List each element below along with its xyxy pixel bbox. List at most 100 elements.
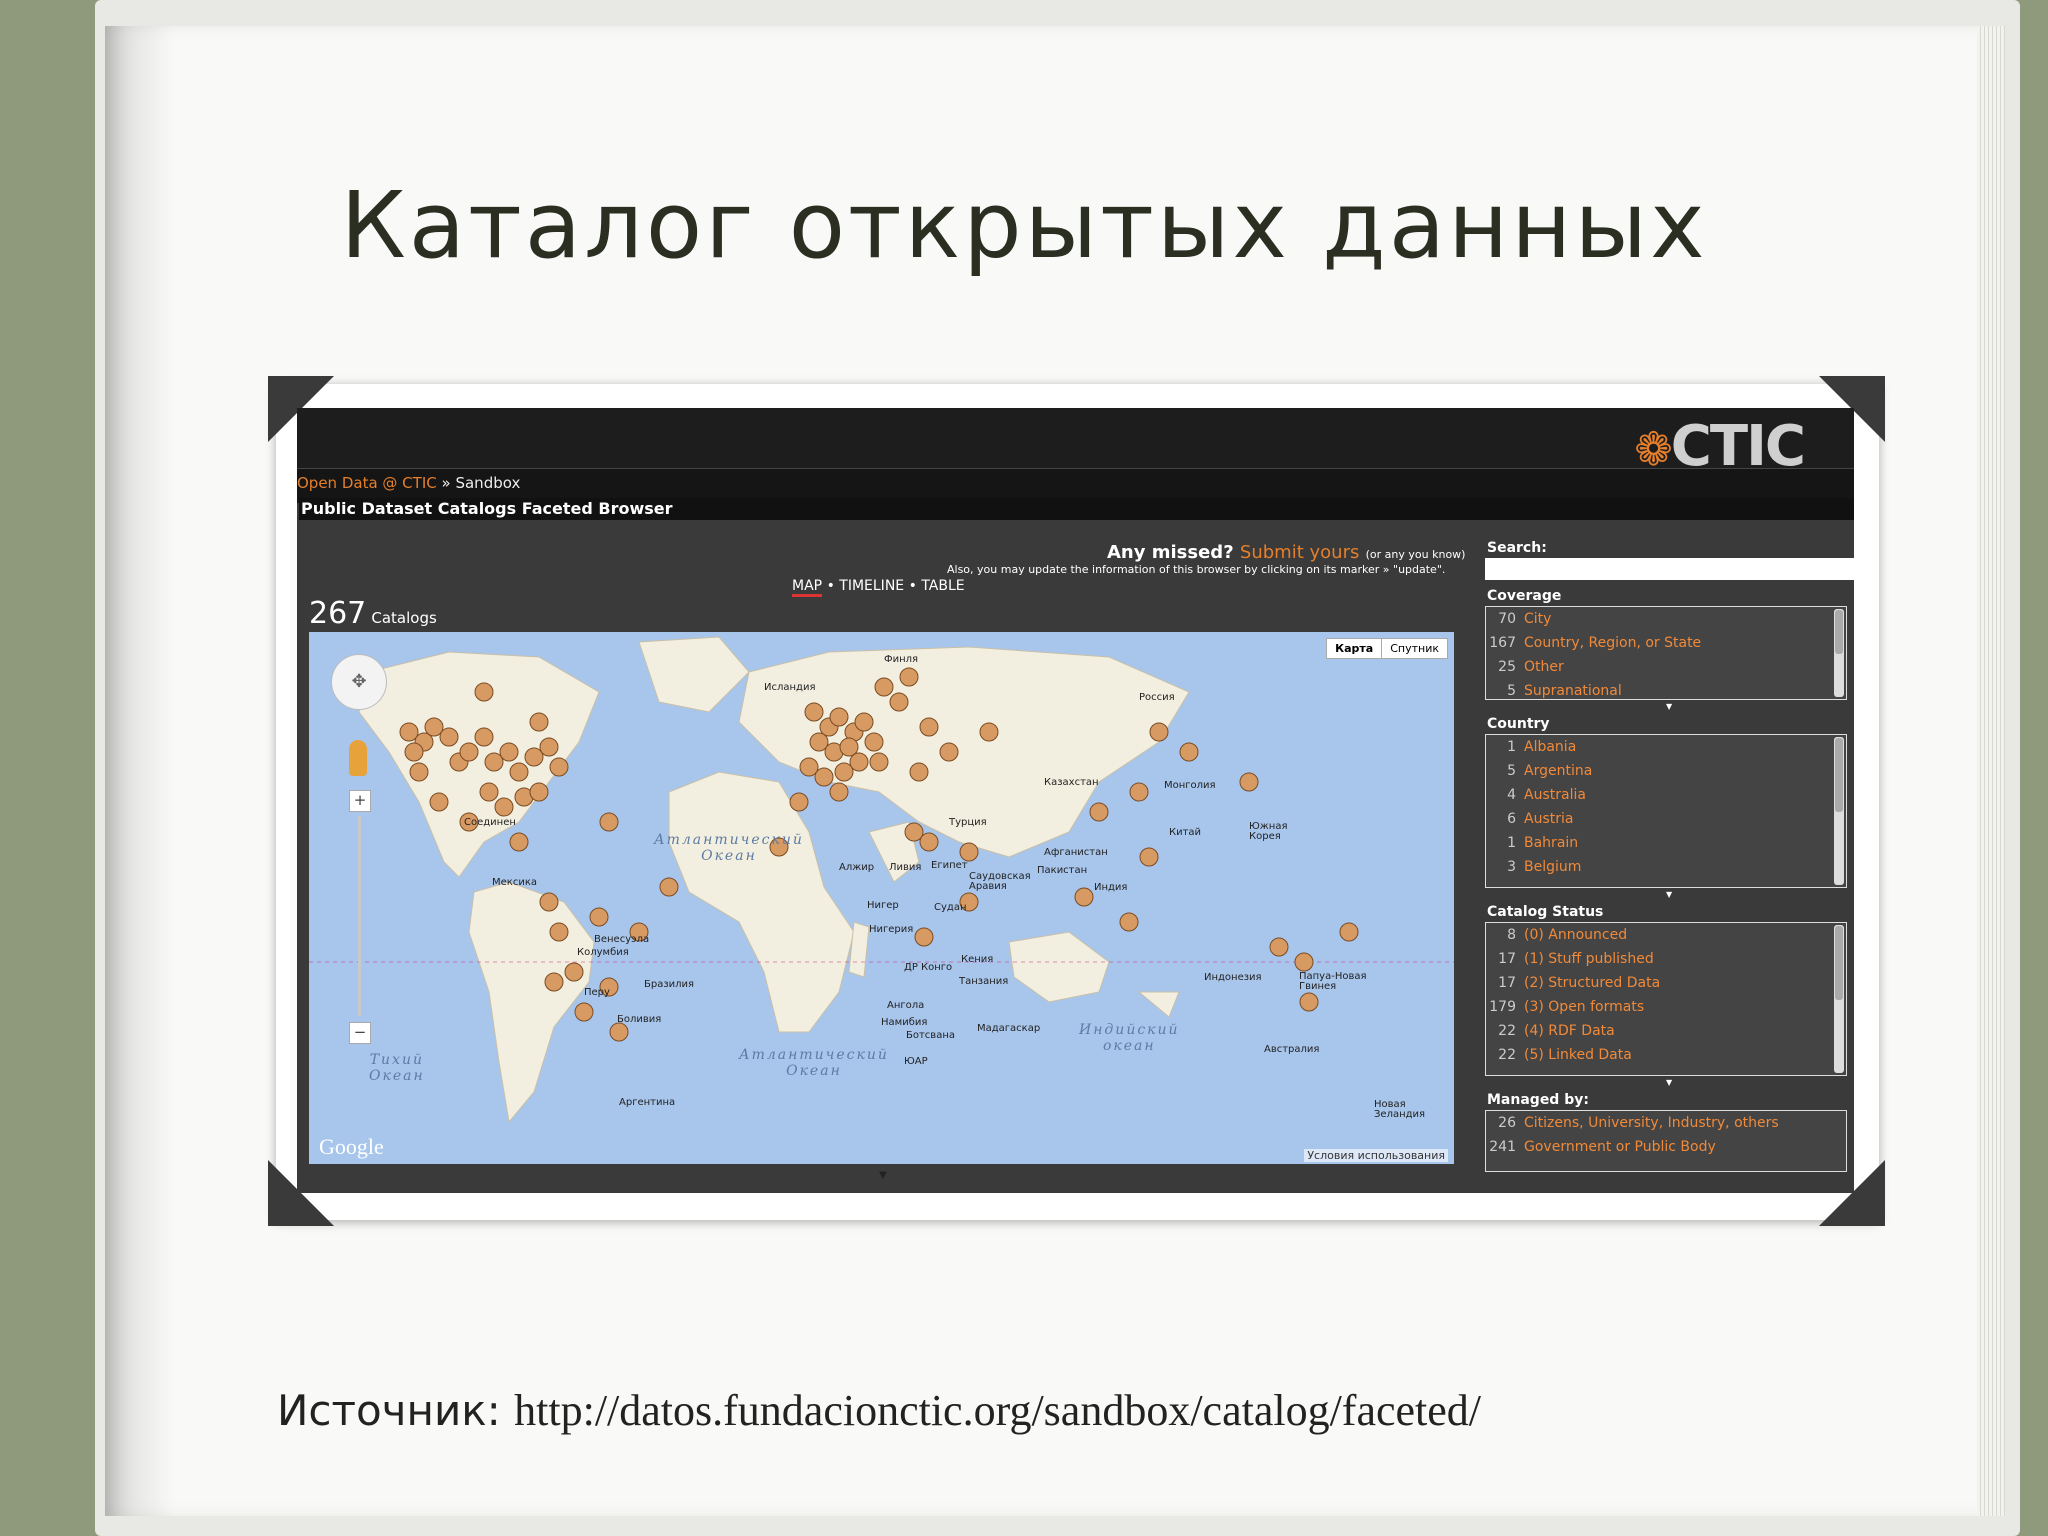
place-label: Колумбия: [577, 947, 629, 958]
terms-link[interactable]: Условия использования: [1304, 1149, 1448, 1162]
facet-item[interactable]: 1 Albania: [1486, 735, 1846, 759]
breadcrumb-current: Sandbox: [455, 474, 521, 492]
map-type-satellite[interactable]: Спутник: [1382, 639, 1447, 658]
place-label: Новая Зеландия: [1374, 1099, 1426, 1120]
place-label: Китай: [1169, 827, 1202, 838]
ocean-label: Атлантический Океан: [739, 1047, 889, 1079]
place-label: ЮАР: [904, 1056, 928, 1067]
map-type-map[interactable]: Карта: [1327, 639, 1383, 658]
source-url[interactable]: http://datos.fundacionctic.org/sandbox/c…: [514, 1386, 1481, 1435]
place-label: Перу: [584, 987, 610, 998]
search-label: Search:: [1487, 540, 1547, 556]
facet-item[interactable]: 8 (0) Announced: [1486, 923, 1846, 947]
place-label: Пакистан: [1037, 865, 1088, 876]
source-separator: :: [486, 1386, 501, 1435]
pan-control-icon[interactable]: ✥: [331, 654, 387, 710]
place-label: Судан: [934, 902, 967, 913]
place-label: Индонезия: [1204, 972, 1262, 983]
place-label: Финля: [884, 654, 919, 665]
tab-table[interactable]: TABLE: [921, 578, 964, 594]
view-switcher: MAP • TIMELINE • TABLE: [792, 578, 965, 597]
place-label: Египет: [931, 860, 968, 871]
place-label: Афганистан: [1044, 847, 1108, 858]
slide-title: Каталог открытых данных: [340, 172, 1708, 279]
facet-item[interactable]: 17 (2) Structured Data: [1486, 971, 1846, 995]
submit-hint: (or any you know): [1365, 548, 1466, 561]
scrollbar[interactable]: [1834, 609, 1844, 697]
search-input[interactable]: [1485, 558, 1854, 580]
facet-sidebar: Search: Coverage 70 City 167 Country, Regi…: [1485, 540, 1854, 1188]
facet-item[interactable]: 25 Other: [1486, 655, 1846, 679]
breadcrumb: Open Data @ CTIC » Sandbox: [297, 474, 520, 492]
facet-item[interactable]: 179 (3) Open formats: [1486, 995, 1846, 1019]
view-separator: •: [826, 578, 835, 594]
scrollbar[interactable]: [1834, 737, 1844, 885]
catalog-count: 267 Catalogs: [309, 596, 437, 631]
tab-map[interactable]: MAP: [792, 578, 823, 597]
place-label: Мадагаскар: [977, 1023, 1041, 1034]
place-label: Южная Корея: [1249, 821, 1288, 842]
facet-title: Managed by:: [1487, 1092, 1589, 1108]
facet-item[interactable]: 5 Supranational: [1486, 679, 1846, 699]
place-label: Венесуэла: [594, 934, 650, 945]
facet-catalog-status: 8 (0) Announced 17 (1) Stuff published 17(…: [1485, 922, 1847, 1087]
ocean-label: Индийский океан: [1079, 1022, 1180, 1054]
facet-item[interactable]: 5 Argentina: [1486, 759, 1846, 783]
street-view-pegman-icon[interactable]: [349, 740, 367, 776]
site-header: ❁ CTIC: [297, 408, 1854, 479]
place-label: ДР Конго: [904, 962, 953, 973]
facet-item[interactable]: 4 Australia: [1486, 783, 1846, 807]
place-label: Бразилия: [644, 979, 695, 990]
facet-title: Coverage: [1487, 588, 1562, 604]
place-label: Алжир: [839, 862, 875, 873]
place-label: Австралия: [1264, 1044, 1320, 1055]
source-citation: Источник: http://datos.fundacionctic.org…: [277, 1385, 1481, 1436]
facet-item[interactable]: 1 Bahrain: [1486, 831, 1846, 855]
place-label: Соединен: [464, 817, 516, 828]
expand-arrow-icon[interactable]: ▼: [1666, 890, 1672, 899]
expand-arrow-icon[interactable]: ▼: [879, 1170, 887, 1181]
breadcrumb-separator: »: [441, 474, 451, 492]
facet-title: Catalog Status: [1487, 904, 1604, 920]
zoom-in-button[interactable]: +: [349, 790, 371, 812]
place-label: Ангола: [887, 1000, 925, 1011]
page-title: Public Dataset Catalogs Faceted Browser: [299, 498, 1854, 520]
place-label: Турция: [949, 817, 987, 828]
zoom-slider[interactable]: [358, 816, 361, 1016]
facet-managed-by: 26 Citizens, University, Industry, others…: [1485, 1110, 1847, 1172]
place-label: Ливия: [889, 862, 922, 873]
submit-link[interactable]: Submit yours: [1240, 542, 1359, 563]
scrollbar[interactable]: [1834, 925, 1844, 1073]
embedded-screenshot: ❁ CTIC Open Data @ CTIC » Sandbox Public …: [297, 408, 1854, 1193]
place-label: Мексика: [492, 877, 537, 888]
facet-item[interactable]: 241 Government or Public Body: [1486, 1135, 1846, 1159]
place-label: Намибия: [881, 1017, 928, 1028]
ocean-label: Атлантический Океан: [654, 832, 804, 864]
facet-item[interactable]: 70 City: [1486, 607, 1846, 631]
world-map[interactable]: Карта Спутник ✥ + − Атлантический Океан …: [309, 632, 1454, 1164]
expand-arrow-icon[interactable]: ▼: [1666, 1078, 1672, 1087]
place-label: Исландия: [764, 682, 816, 693]
facet-item[interactable]: 26 Citizens, University, Industry, others: [1486, 1111, 1846, 1135]
missed-text: Any missed?: [1107, 542, 1234, 563]
missed-banner: Any missed? Submit yours (or any you kno…: [1107, 542, 1465, 563]
expand-arrow-icon[interactable]: ▼: [1666, 702, 1672, 711]
facet-item[interactable]: 22 (5) Linked Data: [1486, 1043, 1846, 1067]
map-land: [309, 636, 1454, 1124]
place-label: Ботсвана: [906, 1030, 955, 1041]
ocean-label: Тихий Океан: [369, 1052, 425, 1084]
facet-title: Country: [1487, 716, 1550, 732]
facet-item[interactable]: 17 (1) Stuff published: [1486, 947, 1846, 971]
place-label: Нигерия: [869, 924, 914, 935]
facet-item[interactable]: 22 (4) RDF Data: [1486, 1019, 1846, 1043]
facet-item[interactable]: 3 Belgium: [1486, 855, 1846, 879]
facet-item[interactable]: 6 Austria: [1486, 807, 1846, 831]
breadcrumb-link[interactable]: Open Data @ CTIC: [297, 474, 437, 492]
tab-timeline[interactable]: TIMELINE: [839, 578, 904, 594]
zoom-out-button[interactable]: −: [349, 1022, 371, 1044]
facet-coverage: 70 City 167 Country, Region, or State 25 Ot…: [1485, 606, 1847, 711]
place-label: Аргентина: [619, 1097, 676, 1108]
facet-item[interactable]: 167 Country, Region, or State: [1486, 631, 1846, 655]
catalog-count-number: 267: [309, 596, 367, 631]
place-label: Монголия: [1164, 780, 1216, 791]
